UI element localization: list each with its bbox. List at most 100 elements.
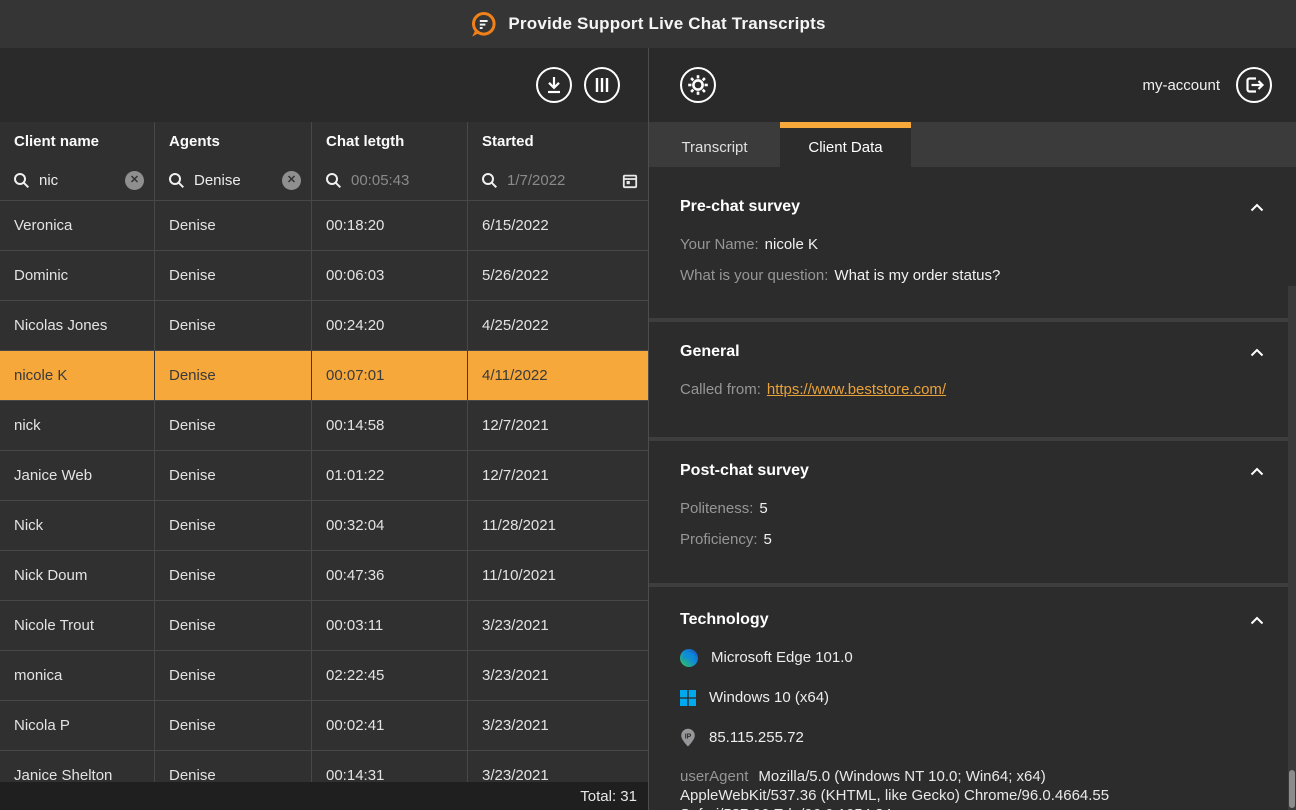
- scrollbar: [1288, 286, 1296, 810]
- cell-agent: Denise: [155, 251, 312, 300]
- cell-length: 00:47:36: [312, 551, 468, 600]
- cell-client: Veronica: [0, 201, 155, 250]
- field-politeness: Politeness:5: [680, 498, 1266, 519]
- cell-client: Janice Web: [0, 451, 155, 500]
- search-icon: [481, 172, 498, 189]
- table-header-row: Client name Agents Chat letgth Started: [0, 122, 648, 161]
- section-technology: Technology: [649, 587, 1296, 810]
- section-general: General Called from:https://www.beststor…: [649, 322, 1296, 437]
- cell-length: 00:02:41: [312, 701, 468, 750]
- scrollbar-thumb[interactable]: [1289, 770, 1295, 808]
- cell-started: 12/7/2021: [468, 451, 648, 500]
- app-title: Provide Support Live Chat Transcripts: [508, 14, 825, 34]
- cell-length: 00:07:01: [312, 351, 468, 400]
- cell-length: 02:22:45: [312, 651, 468, 700]
- column-header-client-name: Client name: [0, 122, 155, 161]
- cell-client: Nick Doum: [0, 551, 155, 600]
- client-name-filter-input[interactable]: [39, 172, 116, 189]
- left-toolbar: [0, 48, 648, 122]
- cell-client: Nicola P: [0, 701, 155, 750]
- table-row[interactable]: Janice Web Denise 01:01:22 12/7/2021: [0, 451, 648, 501]
- cell-length: 00:03:11: [312, 601, 468, 650]
- table-row[interactable]: Nicolas Jones Denise 00:24:20 4/25/2022: [0, 301, 648, 351]
- account-area: my-account: [1142, 67, 1272, 103]
- cell-started: 4/11/2022: [468, 351, 648, 400]
- cell-agent: Denise: [155, 501, 312, 550]
- collapse-chevron-icon[interactable]: [1248, 614, 1266, 627]
- account-name: my-account: [1142, 77, 1220, 94]
- app-header: Provide Support Live Chat Transcripts: [0, 0, 1296, 48]
- logout-icon: [1237, 68, 1271, 102]
- filter-cell-client-name: ✕: [0, 161, 155, 200]
- tab-transcript[interactable]: Transcript: [649, 122, 780, 167]
- cell-length: 00:14:58: [312, 401, 468, 450]
- edge-browser-icon: [680, 649, 698, 667]
- filter-cell-chat-length: [312, 161, 468, 200]
- table-row-selected[interactable]: nicole K Denise 00:07:01 4/11/2022: [0, 351, 648, 401]
- cell-client: Nicolas Jones: [0, 301, 155, 350]
- total-count: Total: 31: [580, 788, 637, 805]
- cell-started: 5/26/2022: [468, 251, 648, 300]
- section-post-chat-survey: Post-chat survey Politeness:5 Proficienc…: [649, 441, 1296, 583]
- search-icon: [325, 172, 342, 189]
- table-row[interactable]: Dominic Denise 00:06:03 5/26/2022: [0, 251, 648, 301]
- cell-started: 12/7/2021: [468, 401, 648, 450]
- cell-started: 3/23/2021: [468, 601, 648, 650]
- cell-client: Dominic: [0, 251, 155, 300]
- transcripts-list-panel: Client name Agents Chat letgth Started ✕: [0, 48, 648, 810]
- table-row[interactable]: Nicole Trout Denise 00:03:11 3/23/2021: [0, 601, 648, 651]
- filter-cell-started: [468, 161, 648, 200]
- cell-agent: Denise: [155, 651, 312, 700]
- table-filter-row: ✕ ✕: [0, 161, 648, 201]
- cell-client: nick: [0, 401, 155, 450]
- collapse-chevron-icon[interactable]: [1248, 346, 1266, 359]
- calendar-button[interactable]: [622, 173, 638, 189]
- cell-started: 11/10/2021: [468, 551, 648, 600]
- column-header-started: Started: [468, 122, 648, 161]
- cell-length: 00:32:04: [312, 501, 468, 550]
- download-button[interactable]: [536, 67, 572, 103]
- cell-started: 3/23/2021: [468, 651, 648, 700]
- table-row[interactable]: nick Denise 00:14:58 12/7/2021: [0, 401, 648, 451]
- cell-length: 00:24:20: [312, 301, 468, 350]
- columns-button[interactable]: [584, 67, 620, 103]
- clear-filter-button[interactable]: ✕: [125, 171, 144, 190]
- cell-agent: Denise: [155, 701, 312, 750]
- agents-filter-input[interactable]: [194, 172, 273, 189]
- windows-icon: [680, 690, 696, 706]
- cell-agent: Denise: [155, 551, 312, 600]
- settings-button[interactable]: [680, 67, 716, 103]
- cell-agent: Denise: [155, 451, 312, 500]
- cell-started: 4/25/2022: [468, 301, 648, 350]
- called-from-link[interactable]: https://www.beststore.com/: [767, 381, 946, 398]
- chat-length-filter-input[interactable]: [351, 172, 457, 189]
- gear-icon: [681, 68, 715, 102]
- section-title: Post-chat survey: [680, 462, 809, 480]
- right-toolbar: my-account: [649, 48, 1296, 122]
- section-pre-chat-survey: Pre-chat survey Your Name:nicole K What …: [649, 167, 1296, 318]
- tab-client-data[interactable]: Client Data: [780, 122, 911, 167]
- table-row[interactable]: Nick Doum Denise 00:47:36 11/10/2021: [0, 551, 648, 601]
- section-title: Pre-chat survey: [680, 198, 800, 216]
- collapse-chevron-icon[interactable]: [1248, 465, 1266, 478]
- collapse-chevron-icon[interactable]: [1248, 201, 1266, 214]
- calendar-icon: [622, 173, 638, 189]
- cell-agent: Denise: [155, 301, 312, 350]
- table-rows-viewport: Veronica Denise 00:18:20 6/15/2022 Domin…: [0, 201, 648, 810]
- started-date-filter-input[interactable]: [507, 172, 613, 189]
- cell-agent: Denise: [155, 201, 312, 250]
- field-your-name: Your Name:nicole K: [680, 234, 1266, 255]
- table-row[interactable]: monica Denise 02:22:45 3/23/2021: [0, 651, 648, 701]
- cell-agent: Denise: [155, 401, 312, 450]
- clear-filter-button[interactable]: ✕: [282, 171, 301, 190]
- table-row[interactable]: Nick Denise 00:32:04 11/28/2021: [0, 501, 648, 551]
- table-row[interactable]: Veronica Denise 00:18:20 6/15/2022: [0, 201, 648, 251]
- cell-client: Nicole Trout: [0, 601, 155, 650]
- table-row[interactable]: Nicola P Denise 00:02:41 3/23/2021: [0, 701, 648, 751]
- cell-length: 01:01:22: [312, 451, 468, 500]
- cell-client: monica: [0, 651, 155, 700]
- cell-client: Nick: [0, 501, 155, 550]
- logout-button[interactable]: [1236, 67, 1272, 103]
- cell-length: 00:18:20: [312, 201, 468, 250]
- cell-started: 11/28/2021: [468, 501, 648, 550]
